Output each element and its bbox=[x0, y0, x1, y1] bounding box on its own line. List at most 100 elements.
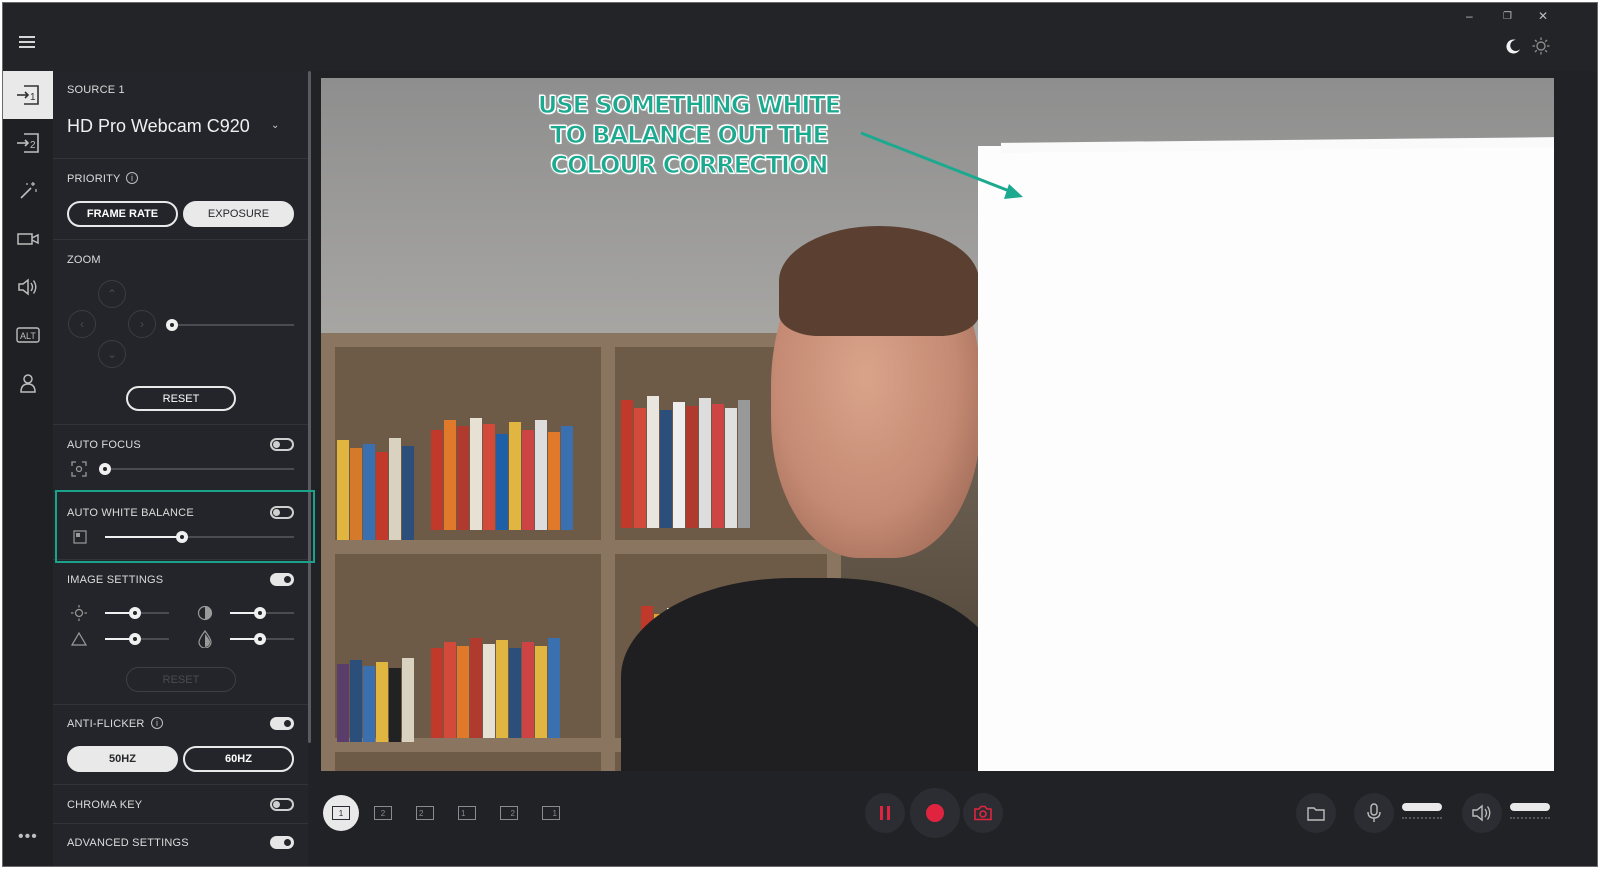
layout-pip-1-button[interactable]: 1 bbox=[449, 795, 485, 831]
50hz-button[interactable]: 50HZ bbox=[67, 746, 178, 772]
minimize-button[interactable]: – bbox=[1466, 9, 1473, 23]
saturation-drop-icon bbox=[198, 630, 212, 648]
pan-right-chevron-icon[interactable]: › bbox=[128, 310, 156, 338]
snapshot-button[interactable] bbox=[963, 793, 1003, 833]
light-mode-sun-icon[interactable] bbox=[1532, 37, 1550, 55]
app-window: – ❐ ✕ 1 2 ALT ••• SOURCE 1 HD Pro Webcam… bbox=[2, 2, 1598, 867]
advanced-settings-toggle[interactable] bbox=[270, 836, 294, 849]
focus-slider-thumb[interactable] bbox=[99, 463, 111, 475]
pan-up-chevron-icon[interactable]: ⌃ bbox=[98, 280, 126, 308]
annotation-arrow-icon bbox=[860, 131, 1023, 199]
auto-focus-toggle[interactable] bbox=[270, 438, 294, 451]
60hz-button[interactable]: 60HZ bbox=[183, 746, 294, 772]
alt-key-icon: ALT bbox=[16, 327, 40, 343]
sharpness-slider-thumb[interactable] bbox=[129, 633, 141, 645]
bottom-toolbar: 1 2 2 1 2 1 bbox=[311, 771, 1597, 866]
image-settings-toggle[interactable] bbox=[270, 573, 294, 586]
settings-panel: SOURCE 1 HD Pro Webcam C920 ⌄ PRIORITY i… bbox=[53, 71, 308, 866]
rail-effects[interactable] bbox=[3, 167, 53, 215]
chroma-key-toggle[interactable] bbox=[270, 798, 294, 811]
folder-icon bbox=[1307, 806, 1325, 821]
layout-pip-2-icon: 2 bbox=[416, 806, 434, 820]
brightness-slider-thumb[interactable] bbox=[129, 607, 141, 619]
rail-camera[interactable] bbox=[3, 215, 53, 263]
anti-flicker-toggle[interactable] bbox=[270, 717, 294, 730]
divider bbox=[53, 158, 308, 159]
saturation-slider-thumb[interactable] bbox=[254, 633, 266, 645]
close-button[interactable]: ✕ bbox=[1538, 9, 1548, 23]
annotation-line-2: TO BALANCE OUT THE bbox=[550, 121, 830, 150]
white-balance-highlight-box bbox=[55, 490, 315, 563]
source-dropdown-chevron-icon[interactable]: ⌄ bbox=[271, 120, 279, 131]
rail-alt[interactable]: ALT bbox=[3, 311, 53, 359]
layout-split-21-button[interactable]: 1 bbox=[533, 795, 569, 831]
layout-pip-1-icon: 1 bbox=[458, 806, 476, 820]
book-row bbox=[337, 438, 415, 540]
zoom-label: ZOOM bbox=[67, 254, 101, 266]
layout-split-12-icon: 2 bbox=[500, 806, 518, 820]
layout-split-12-button[interactable]: 2 bbox=[491, 795, 527, 831]
divider bbox=[53, 784, 308, 785]
speaker-button[interactable] bbox=[1462, 793, 1502, 833]
rail-audio[interactable] bbox=[3, 263, 53, 311]
speaker-level-meter bbox=[1510, 817, 1550, 819]
shelf-post bbox=[321, 333, 335, 771]
pan-down-chevron-icon[interactable]: ⌄ bbox=[98, 340, 126, 368]
book-row bbox=[431, 418, 574, 530]
open-folder-button[interactable] bbox=[1296, 793, 1336, 833]
contrast-slider-thumb[interactable] bbox=[254, 607, 266, 619]
zoom-slider-thumb[interactable] bbox=[166, 319, 178, 331]
microphone-level-meter bbox=[1402, 817, 1442, 819]
anti-flicker-label: ANTI-FLICKER bbox=[67, 718, 145, 730]
priority-label: PRIORITY bbox=[67, 173, 121, 185]
divider bbox=[53, 239, 308, 240]
image-settings-reset-button[interactable]: RESET bbox=[126, 667, 236, 692]
camera-snapshot-icon bbox=[974, 805, 992, 821]
auto-focus-label: AUTO FOCUS bbox=[67, 439, 141, 451]
svg-text:1: 1 bbox=[30, 92, 36, 103]
restore-button[interactable]: ❐ bbox=[1503, 11, 1512, 22]
white-paper-sheet bbox=[978, 146, 1554, 771]
hamburger-menu-icon[interactable] bbox=[19, 36, 35, 50]
zoom-reset-button[interactable]: RESET bbox=[126, 386, 236, 411]
annotation-line-1: USE SOMETHING WHITE bbox=[537, 91, 841, 120]
zoom-slider-track[interactable] bbox=[172, 324, 294, 326]
microphone-button[interactable] bbox=[1354, 793, 1394, 833]
annotation-text: USE SOMETHING WHITE TO BALANCE OUT THE C… bbox=[529, 90, 849, 180]
contrast-icon bbox=[197, 605, 213, 621]
image-settings-label: IMAGE SETTINGS bbox=[67, 574, 164, 586]
pause-button[interactable] bbox=[865, 793, 905, 833]
layout-single-button[interactable]: 1 bbox=[323, 795, 359, 831]
exposure-button[interactable]: EXPOSURE bbox=[183, 201, 294, 227]
priority-info-icon[interactable]: i bbox=[126, 172, 138, 184]
shelf-board bbox=[321, 333, 841, 347]
layout-source-2-icon: 2 bbox=[374, 806, 392, 820]
focus-frame-icon bbox=[71, 461, 87, 477]
divider bbox=[53, 424, 308, 425]
record-button[interactable] bbox=[910, 788, 960, 838]
advanced-settings-label: ADVANCED SETTINGS bbox=[67, 837, 189, 849]
layout-source-2-button[interactable]: 2 bbox=[365, 795, 401, 831]
source-1-icon: 1 bbox=[17, 85, 39, 105]
anti-flicker-info-icon[interactable]: i bbox=[151, 717, 163, 729]
microphone-volume-slider[interactable] bbox=[1402, 803, 1442, 811]
more-options-icon[interactable]: ••• bbox=[18, 828, 38, 846]
divider bbox=[53, 704, 308, 705]
panel-scrollbar[interactable] bbox=[308, 71, 311, 743]
layout-split-21-icon: 1 bbox=[542, 806, 560, 820]
frame-rate-button[interactable]: FRAME RATE bbox=[67, 201, 178, 227]
focus-slider-track[interactable] bbox=[105, 468, 294, 470]
source-device-name[interactable]: HD Pro Webcam C920 bbox=[67, 116, 250, 137]
speaker-icon bbox=[18, 278, 37, 296]
rail-source-2[interactable]: 2 bbox=[3, 119, 53, 167]
rail-source-1[interactable]: 1 bbox=[3, 71, 53, 119]
video-camera-icon bbox=[17, 233, 39, 245]
pause-icon bbox=[880, 806, 890, 820]
layout-pip-2-button[interactable]: 2 bbox=[407, 795, 443, 831]
speaker-volume-slider[interactable] bbox=[1510, 803, 1550, 811]
rail-account[interactable] bbox=[3, 359, 53, 407]
dark-mode-moon-icon[interactable] bbox=[1505, 38, 1521, 54]
book-row bbox=[431, 638, 561, 738]
pan-left-chevron-icon[interactable]: ‹ bbox=[68, 310, 96, 338]
source-2-icon: 2 bbox=[17, 133, 39, 153]
